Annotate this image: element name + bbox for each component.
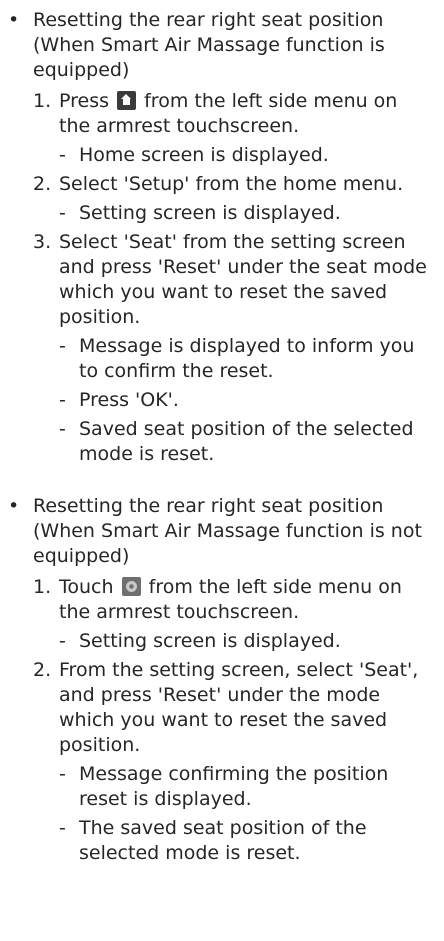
dash-marker: - [59, 335, 66, 357]
step-list: 1. Touch from the left side menu on the … [33, 575, 434, 866]
sub-text: Message confirming the position reset is… [79, 763, 389, 810]
sub-item: - Setting screen is displayed. [59, 201, 434, 226]
sub-item: - The saved seat position of the selected… [59, 816, 434, 866]
sub-list: - Message is displayed to inform you to c… [59, 334, 434, 467]
bullet-marker: • [8, 495, 20, 517]
step-number: 3. [33, 231, 52, 253]
sub-text: Saved seat position of the selected mode… [79, 418, 414, 465]
step-text: Select 'Setup' from the home menu. [59, 173, 404, 195]
dash-marker: - [59, 418, 66, 440]
step-number: 1. [33, 90, 52, 112]
dash-marker: - [59, 202, 66, 224]
manual-page: • Resetting the rear right seat position… [0, 0, 444, 941]
sub-list: - Home screen is displayed. [59, 143, 434, 168]
sub-item: - Message is displayed to inform you to c… [59, 334, 434, 384]
step-item: 1. Touch from the left side menu on the … [33, 575, 434, 654]
sub-text: Press 'OK'. [79, 389, 179, 411]
step-text: From the setting screen, select 'Seat', … [59, 659, 419, 756]
sub-text: The saved seat position of the selected … [79, 817, 367, 864]
sub-list: - Setting screen is displayed. [59, 629, 434, 654]
step-text: Select 'Seat' from the setting screen an… [59, 231, 427, 328]
sub-text: Setting screen is displayed. [79, 630, 341, 652]
step-text-pre: Press [59, 90, 110, 112]
step-item: 2. Select 'Setup' from the home menu. -S… [33, 172, 434, 226]
step-number: 1. [33, 576, 52, 598]
bullet-marker: • [8, 9, 20, 31]
dash-marker: - [59, 389, 66, 411]
sub-list: - Setting screen is displayed. [59, 201, 434, 226]
sub-list: - Message confirming the position reset i… [59, 762, 434, 866]
step-number: 2. [33, 659, 52, 681]
sub-item: - Home screen is displayed. [59, 143, 434, 168]
sub-text: Setting screen is displayed. [79, 202, 341, 224]
section-title: Resetting the rear right seat position (… [33, 495, 422, 567]
step-text-post: from the left side menu on the armrest t… [59, 90, 398, 137]
step-number: 2. [33, 173, 52, 195]
bullet-section-not-equipped: • Resetting the rear right seat position… [0, 494, 434, 866]
sub-item: - Press 'OK'. [59, 388, 434, 413]
sub-item: - Saved seat position of the selected mod… [59, 417, 434, 467]
dash-marker: - [59, 763, 66, 785]
dash-marker: - [59, 817, 66, 839]
dash-marker: - [59, 144, 66, 166]
step-text: Press from the left side menu on the arm… [59, 89, 434, 139]
sub-text: Message is displayed to inform you to co… [79, 335, 415, 382]
sub-text: Home screen is displayed. [79, 144, 329, 166]
step-item: 2. From the setting screen, select 'Seat… [33, 658, 434, 866]
home-icon [117, 91, 137, 110]
sub-item: - Message confirming the position reset i… [59, 762, 434, 812]
step-list: 1. Press from the left side menu on the … [33, 89, 434, 467]
dash-marker: - [59, 630, 66, 652]
step-item: 3. Select 'Seat' from the setting screen… [33, 230, 434, 467]
section-title: Resetting the rear right seat position (… [33, 9, 385, 81]
sub-item: - Setting screen is displayed. [59, 629, 434, 654]
bullet-section-equipped: • Resetting the rear right seat position… [0, 8, 434, 467]
gear-icon [121, 577, 141, 596]
step-text: Touch from the left side menu on the arm… [59, 575, 434, 625]
step-text-pre: Touch [59, 576, 114, 598]
step-item: 1. Press from the left side menu on the … [33, 89, 434, 168]
